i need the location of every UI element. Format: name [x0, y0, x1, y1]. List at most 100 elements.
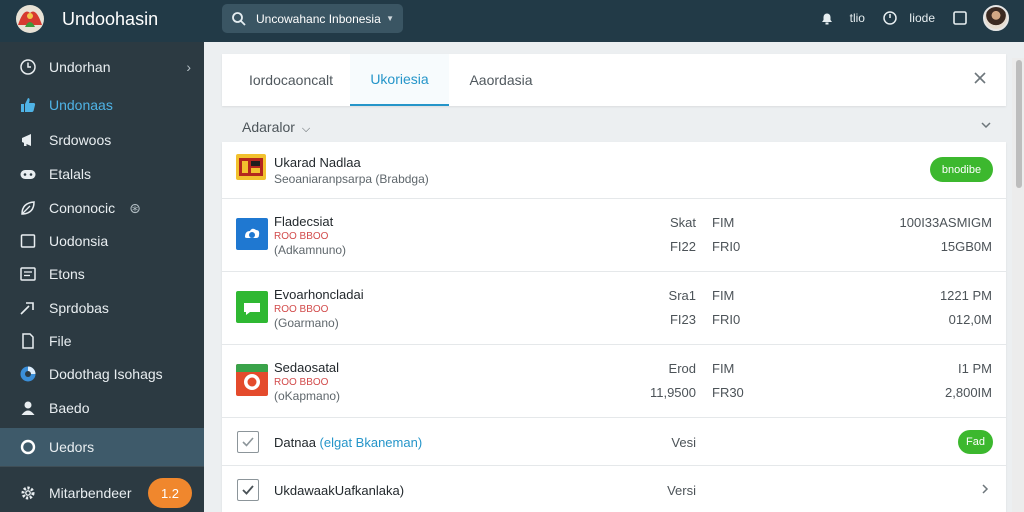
avatar[interactable] — [983, 5, 1009, 31]
item-col2: FIM — [712, 361, 735, 376]
sidebar-item-0[interactable]: Undorhan › — [0, 50, 204, 84]
checkbox[interactable] — [237, 431, 259, 453]
chevron-right-icon[interactable] — [980, 483, 990, 495]
topbar-actions: tlio Iiode — [818, 0, 1024, 36]
search-input[interactable]: Uncowahanc Inbonesia — [256, 12, 381, 26]
scrollbar-thumb[interactable] — [1016, 60, 1022, 188]
sidebar-divider — [0, 466, 204, 467]
sidebar-item-label: Baedo — [49, 400, 90, 416]
item-col2: FRI0 — [712, 239, 741, 254]
timer-icon[interactable] — [881, 9, 899, 27]
tab-2[interactable]: Aaordasia — [454, 54, 548, 106]
sidebar-item-label: Etons — [49, 266, 85, 282]
product-thumbnail-icon — [236, 154, 266, 180]
sidebar-item-label: Cononocic — [49, 200, 116, 216]
bell-icon[interactable] — [818, 9, 836, 27]
item-col2: FIM — [712, 288, 735, 303]
filter-label[interactable]: Adaralor ⌵ — [242, 119, 310, 136]
tab-0[interactable]: Iordocaoncalt — [232, 54, 350, 106]
sidebar-item-7[interactable]: Sprdobas — [0, 291, 204, 325]
settings-small-icon[interactable]: ⊛ — [129, 200, 141, 217]
item-title: Datnaa (elgat Bkaneman) — [274, 435, 422, 450]
sidebar-item-1[interactable]: Undonaas — [0, 88, 204, 122]
app-title: Undoohasin — [62, 9, 159, 29]
topbar-text-2[interactable]: Iiode — [909, 11, 935, 25]
user-icon — [19, 399, 37, 417]
item-col1: 11,9500 — [649, 385, 696, 400]
item-title: Ukarad Nadlaa — [274, 155, 361, 170]
item-col1: FI22 — [669, 239, 696, 254]
sidebar-item-label: File — [49, 333, 72, 349]
list-item[interactable]: Sedaosatal ROO BBOO (oKapmano) Erod FIM … — [222, 345, 1006, 418]
chevron-down-icon: ⌵ — [301, 123, 311, 135]
sidebar-item-9[interactable]: Dodothag Isohags — [0, 357, 204, 391]
gear-icon — [19, 484, 37, 502]
action-button[interactable]: bnodibe — [930, 157, 993, 182]
item-col2: FR30 — [712, 385, 744, 400]
chevron-down-icon[interactable] — [980, 119, 992, 131]
sidebar-item-2[interactable]: Srdowoos — [0, 123, 204, 157]
checkbox[interactable] — [237, 479, 259, 501]
sidebar-item-10[interactable]: Baedo — [0, 391, 204, 425]
item-col1: Erod — [668, 361, 696, 376]
list-item[interactable]: Evoarhoncladai ROO BBOO (Goarmano) Sra1 … — [222, 272, 1006, 345]
sidebar-item-11[interactable]: Uedors — [0, 428, 204, 466]
sidebar-item-label: Sprdobas — [49, 300, 109, 316]
item-col1: Sra1 — [668, 288, 696, 303]
topbar-text-1[interactable]: tlio — [850, 11, 865, 25]
message-app-icon — [236, 291, 268, 323]
item-list: Ukarad Nadlaa Seoaniaranpsarpa (Brabdga)… — [222, 142, 1006, 512]
sidebar-item-label: Etalals — [49, 166, 92, 182]
item-col3: I1 PM — [958, 361, 992, 376]
close-icon[interactable] — [972, 70, 988, 86]
item-title: UkdawaakUafkanlaka) — [274, 483, 405, 498]
sidebar-item-label: Uedors — [49, 439, 95, 455]
item-col1: Skat — [669, 215, 696, 230]
tab-1[interactable]: Ukoriesia — [350, 54, 449, 106]
item-col1: Vesi — [671, 435, 696, 450]
list-item[interactable]: Ukarad Nadlaa Seoaniaranpsarpa (Brabdga)… — [222, 142, 1006, 199]
sidebar-item-6[interactable]: Etons — [0, 257, 204, 291]
item-col2: FRI0 — [712, 312, 741, 327]
item-title: Fladecsiat — [274, 214, 334, 229]
item-col3: 012,0M — [948, 312, 992, 327]
window-icon[interactable] — [951, 9, 969, 27]
sidebar-item-8[interactable]: File — [0, 324, 204, 358]
circle-icon — [19, 438, 37, 456]
list-item[interactable]: Fladecsiat ROO BBOO (Adkamnuno) Skat FIM… — [222, 199, 1006, 272]
item-col3: 2,800IM — [945, 385, 992, 400]
sidebar-item-3[interactable]: Etalals — [0, 157, 204, 191]
notification-badge[interactable]: 1.2 — [148, 478, 192, 508]
item-meta: ROO BBOO — [274, 304, 329, 315]
list-item[interactable]: UkdawaakUafkanlaka) Versi — [222, 466, 1006, 512]
item-title-link[interactable]: (elgat Bkaneman) — [320, 435, 423, 450]
item-title: Sedaosatal — [274, 360, 340, 375]
gamepad-icon — [19, 165, 37, 183]
item-col3: 15GB0M — [940, 239, 992, 254]
item-subtitle: Seoaniaranpsarpa (Brabdga) — [274, 172, 429, 186]
list-item[interactable]: Datnaa (elgat Bkaneman) Vesi Fad — [222, 418, 1006, 466]
clock-icon — [19, 58, 37, 76]
item-meta: ROO BBOO — [274, 231, 329, 242]
action-button[interactable]: Fad — [958, 430, 993, 454]
app-logo-icon[interactable] — [14, 3, 46, 35]
check-icon — [242, 485, 254, 495]
search-box[interactable]: Uncowahanc Inbonesia ▼ — [222, 4, 403, 33]
tab-bar: Iordocaoncalt Ukoriesia Aaordasia — [222, 54, 1006, 106]
item-col2: FIM — [712, 215, 735, 230]
sidebar-item-4[interactable]: Cononocic ⊛ — [0, 191, 204, 225]
sidebar-item-label: Mitarbendeer — [49, 485, 132, 501]
sidebar-item-label: Uodonsia — [49, 233, 109, 249]
item-subtitle: (Goarmano) — [274, 316, 339, 330]
sidebar-item-5[interactable]: Uodonsia — [0, 224, 204, 258]
filter-label-text: Adaralor — [242, 119, 295, 135]
item-title: Evoarhoncladai — [274, 287, 364, 302]
filter-bar[interactable]: Adaralor ⌵ — [222, 112, 1006, 142]
item-col3: 1221 PM — [939, 288, 992, 303]
main-content: Iordocaoncalt Ukoriesia Aaordasia Adaral… — [204, 42, 1024, 512]
megaphone-icon — [19, 131, 37, 149]
sidebar: Undorhan › Undonaas Srdowoos Etalals Con… — [0, 42, 204, 512]
search-dropdown-icon[interactable]: ▼ — [386, 14, 394, 23]
item-subtitle: (Adkamnuno) — [274, 243, 347, 257]
item-col3: 100I33ASMIGM — [899, 215, 993, 230]
